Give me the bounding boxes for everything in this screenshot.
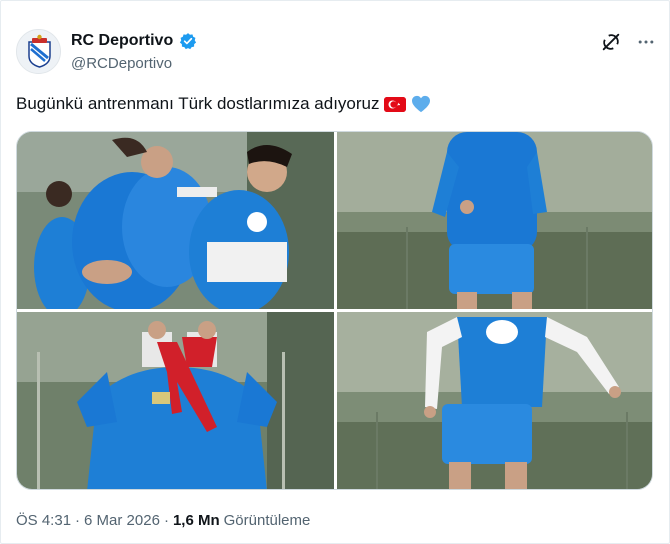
photo-3[interactable] <box>17 312 334 489</box>
photo-1[interactable] <box>17 132 334 309</box>
photo-4[interactable] <box>337 312 652 489</box>
tweet-text: Bugünkü antrenmanı Türk dostlarımıza adı… <box>16 94 431 114</box>
more-options-icon[interactable] <box>634 30 658 54</box>
tweet-date[interactable]: 6 Mar 2026 <box>84 512 160 529</box>
tweet-card: RC Deportivo @RCDeportivo Bugünkü antren… <box>0 0 670 544</box>
tweet-text-content: Bugünkü antrenmanı Türk dostlarımıza adı… <box>16 94 380 113</box>
views-label: Görüntüleme <box>223 512 311 529</box>
avatar[interactable] <box>16 29 61 74</box>
meta-separator: · <box>163 512 169 529</box>
photo-2[interactable] <box>337 132 652 309</box>
views-count: 1,6 Mn <box>172 512 220 529</box>
author-display-name[interactable]: RC Deportivo <box>71 32 173 50</box>
author-handle[interactable]: @RCDeportivo <box>71 55 172 72</box>
meta-separator: · <box>75 512 81 529</box>
author-name-row[interactable]: RC Deportivo <box>71 32 197 50</box>
verified-badge-icon <box>179 32 197 50</box>
tweet-time[interactable]: ÖS 4:31 <box>16 512 71 529</box>
tweet-meta: ÖS 4:31 · 6 Mar 2026 · 1,6 Mn Görüntülem… <box>16 512 310 529</box>
grok-icon[interactable] <box>599 30 623 54</box>
blue-heart-icon <box>411 95 431 113</box>
turkey-flag-icon <box>384 96 407 112</box>
media-grid <box>16 131 653 490</box>
